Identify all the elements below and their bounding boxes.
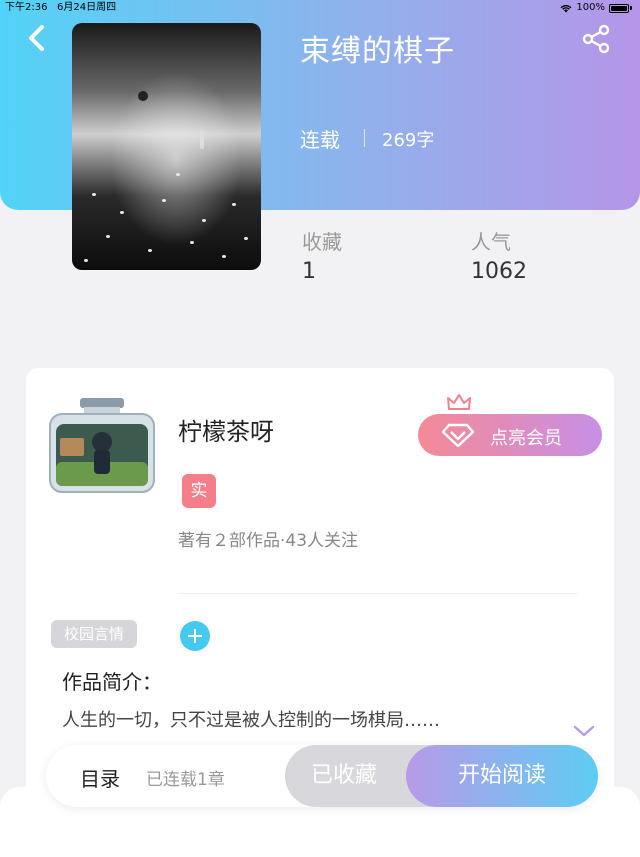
cover-petal bbox=[222, 255, 226, 258]
cover-petal bbox=[232, 203, 236, 206]
verified-badge: 实 bbox=[182, 474, 216, 508]
book-title: 束缚的棋子 bbox=[300, 34, 455, 69]
popularity-label: 人气 bbox=[471, 230, 511, 254]
intro-text: 人生的一切，只不过是被人控制的一场棋局…… bbox=[62, 710, 440, 731]
battery-icon bbox=[609, 3, 629, 13]
status-time: 下午2:36 bbox=[5, 2, 48, 13]
genre-tag[interactable]: 校园言情 bbox=[51, 620, 138, 648]
chapter-count: 已连载1章 bbox=[146, 770, 225, 790]
status-time-date: 下午2:36 6月24日周四 bbox=[5, 0, 116, 16]
author-card: 柠檬茶呀 实 著有２部作品·43人关注 点亮会员 校园言情 作品简介： 人生的一… bbox=[26, 368, 614, 808]
cover-petal bbox=[162, 199, 166, 202]
bottom-action-bar: 目录 已连载1章 已收藏 开始阅读 bbox=[46, 745, 598, 807]
cover-petal bbox=[120, 211, 124, 214]
cover-petal bbox=[244, 237, 248, 240]
favorites-label: 收藏 bbox=[302, 230, 342, 254]
share-icon bbox=[582, 24, 610, 54]
cover-petal bbox=[148, 249, 152, 252]
crown-icon bbox=[447, 394, 471, 410]
card-divider bbox=[178, 593, 578, 594]
cover-moon bbox=[138, 91, 148, 101]
diamond-icon bbox=[442, 423, 474, 447]
author-avatar[interactable] bbox=[46, 398, 158, 494]
back-button[interactable] bbox=[22, 22, 54, 54]
wifi-icon bbox=[560, 4, 572, 12]
cover-petal bbox=[106, 235, 110, 238]
chevron-down-icon[interactable] bbox=[572, 723, 596, 739]
book-cover-image[interactable] bbox=[72, 23, 261, 270]
toc-button[interactable]: 目录 bbox=[80, 763, 120, 792]
status-date: 6月24日周四 bbox=[57, 2, 117, 13]
vip-button-label: 点亮会员 bbox=[490, 428, 562, 449]
status-right: 100% bbox=[560, 0, 632, 16]
share-button[interactable] bbox=[580, 22, 614, 56]
popularity-value: 1062 bbox=[471, 259, 527, 284]
start-reading-button[interactable]: 开始阅读 bbox=[406, 745, 598, 807]
cover-petal bbox=[190, 241, 194, 244]
author-name[interactable]: 柠檬茶呀 bbox=[178, 412, 274, 447]
battery-percentage: 100% bbox=[576, 2, 605, 13]
chevron-left-icon bbox=[29, 25, 44, 51]
add-tag-button[interactable] bbox=[180, 621, 210, 651]
cover-petal bbox=[84, 259, 88, 262]
author-meta: 著有２部作品·43人关注 bbox=[178, 531, 359, 551]
cover-petal bbox=[202, 219, 206, 222]
status-divider bbox=[364, 129, 365, 147]
battery-tip bbox=[630, 6, 632, 10]
cover-petal bbox=[92, 193, 96, 196]
status-bar: 下午2:36 6月24日周四 100% bbox=[0, 0, 640, 16]
vip-button[interactable]: 点亮会员 bbox=[418, 394, 602, 456]
word-count: 269字 bbox=[382, 130, 435, 151]
cover-figure bbox=[200, 131, 204, 149]
favorites-value: 1 bbox=[302, 259, 316, 284]
serial-status: 连载 bbox=[300, 128, 340, 152]
cover-petal bbox=[176, 173, 180, 176]
intro-title: 作品简介： bbox=[62, 670, 162, 694]
